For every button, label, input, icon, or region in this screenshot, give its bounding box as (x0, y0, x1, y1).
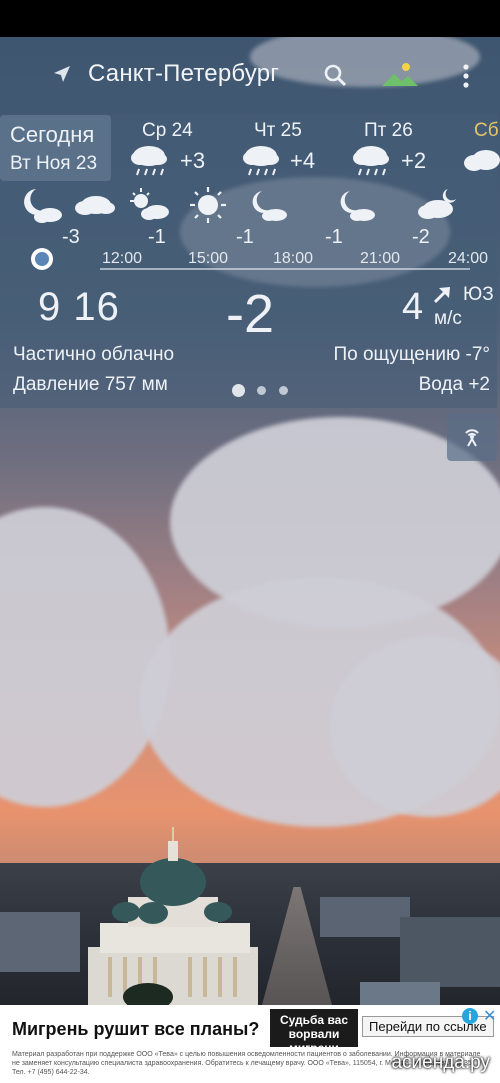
landscape-image-icon[interactable] (380, 62, 420, 88)
day-temp: +2 (401, 148, 427, 173)
hourly-temp: -2 (412, 226, 430, 248)
page-dot (257, 386, 266, 395)
page-dot (279, 386, 288, 395)
hourly-temp: -1 (148, 226, 166, 248)
sun-icon (190, 187, 226, 223)
sun-cloud-icon (130, 188, 169, 220)
moon-cloud-icon (24, 189, 62, 223)
hourly-time: 12:00 (102, 250, 143, 267)
day-tab-4[interactable]: Сб (474, 120, 499, 142)
wind-speed: 4 (402, 286, 424, 328)
rain-cloud-icon (353, 146, 389, 176)
hourly-temp: -3 (62, 226, 80, 248)
hourly-time: 15:00 (188, 250, 229, 267)
radar-button[interactable] (447, 413, 497, 461)
more-menu-icon[interactable] (455, 62, 477, 90)
water-temperature: Вода +2 (418, 374, 490, 395)
day-temp: +3 (180, 148, 206, 173)
status-bar (0, 0, 500, 37)
watermark: асиенда.ру (391, 1052, 490, 1073)
radar-icon (465, 429, 479, 447)
cathedral-image (88, 827, 258, 1005)
wind-unit: м/с (434, 308, 462, 329)
hourly-time: 24:00 (448, 250, 489, 267)
today-date[interactable]: Вт Ноя 23 (10, 153, 97, 175)
wind-direction: ЮЗ (463, 284, 494, 305)
ad-close-icon[interactable]: ✕ (483, 1006, 496, 1026)
hourly-time: 18:00 (273, 250, 314, 267)
current-temperature: -2 (226, 284, 275, 344)
cloud-icon (75, 196, 115, 215)
day-temp: +4 (290, 148, 316, 173)
page-dot-active (232, 384, 245, 397)
rain-cloud-icon (243, 146, 279, 176)
hourly-temp: -1 (236, 226, 254, 248)
rain-cloud-icon (131, 146, 167, 176)
hourly-timeline (100, 268, 470, 270)
current-time: 9 16 (38, 285, 120, 329)
city-title[interactable]: Санкт-Петербург (88, 60, 279, 88)
day-name: Чт 25 (254, 120, 302, 141)
ad-info-icon[interactable]: i (462, 1008, 478, 1024)
search-icon[interactable] (322, 62, 350, 90)
location-arrow-icon[interactable] (50, 62, 74, 86)
current-time-marker[interactable] (31, 248, 53, 270)
weather-condition: Частично облачно (13, 344, 175, 365)
hourly-temp: -1 (325, 226, 343, 248)
ad-title[interactable]: Мигрень рушит все планы? (12, 1019, 259, 1040)
moon-cloud-icon (252, 191, 287, 221)
day-name: Ср 24 (142, 120, 193, 141)
page-indicator[interactable] (232, 384, 292, 398)
pressure: Давление 757 мм (13, 374, 168, 395)
hourly-time: 21:00 (360, 250, 401, 267)
ad-logo[interactable]: Судьба вас ворвали мигрени (270, 1009, 358, 1055)
today-label[interactable]: Сегодня (10, 122, 94, 148)
wind-direction-arrow-icon (433, 287, 450, 304)
day-name: Пт 26 (364, 120, 413, 141)
cloud-moon-icon (418, 189, 456, 219)
cloud-icon (464, 150, 500, 171)
moon-cloud-icon (340, 191, 375, 221)
feels-like: По ощущению -7° (333, 344, 490, 365)
